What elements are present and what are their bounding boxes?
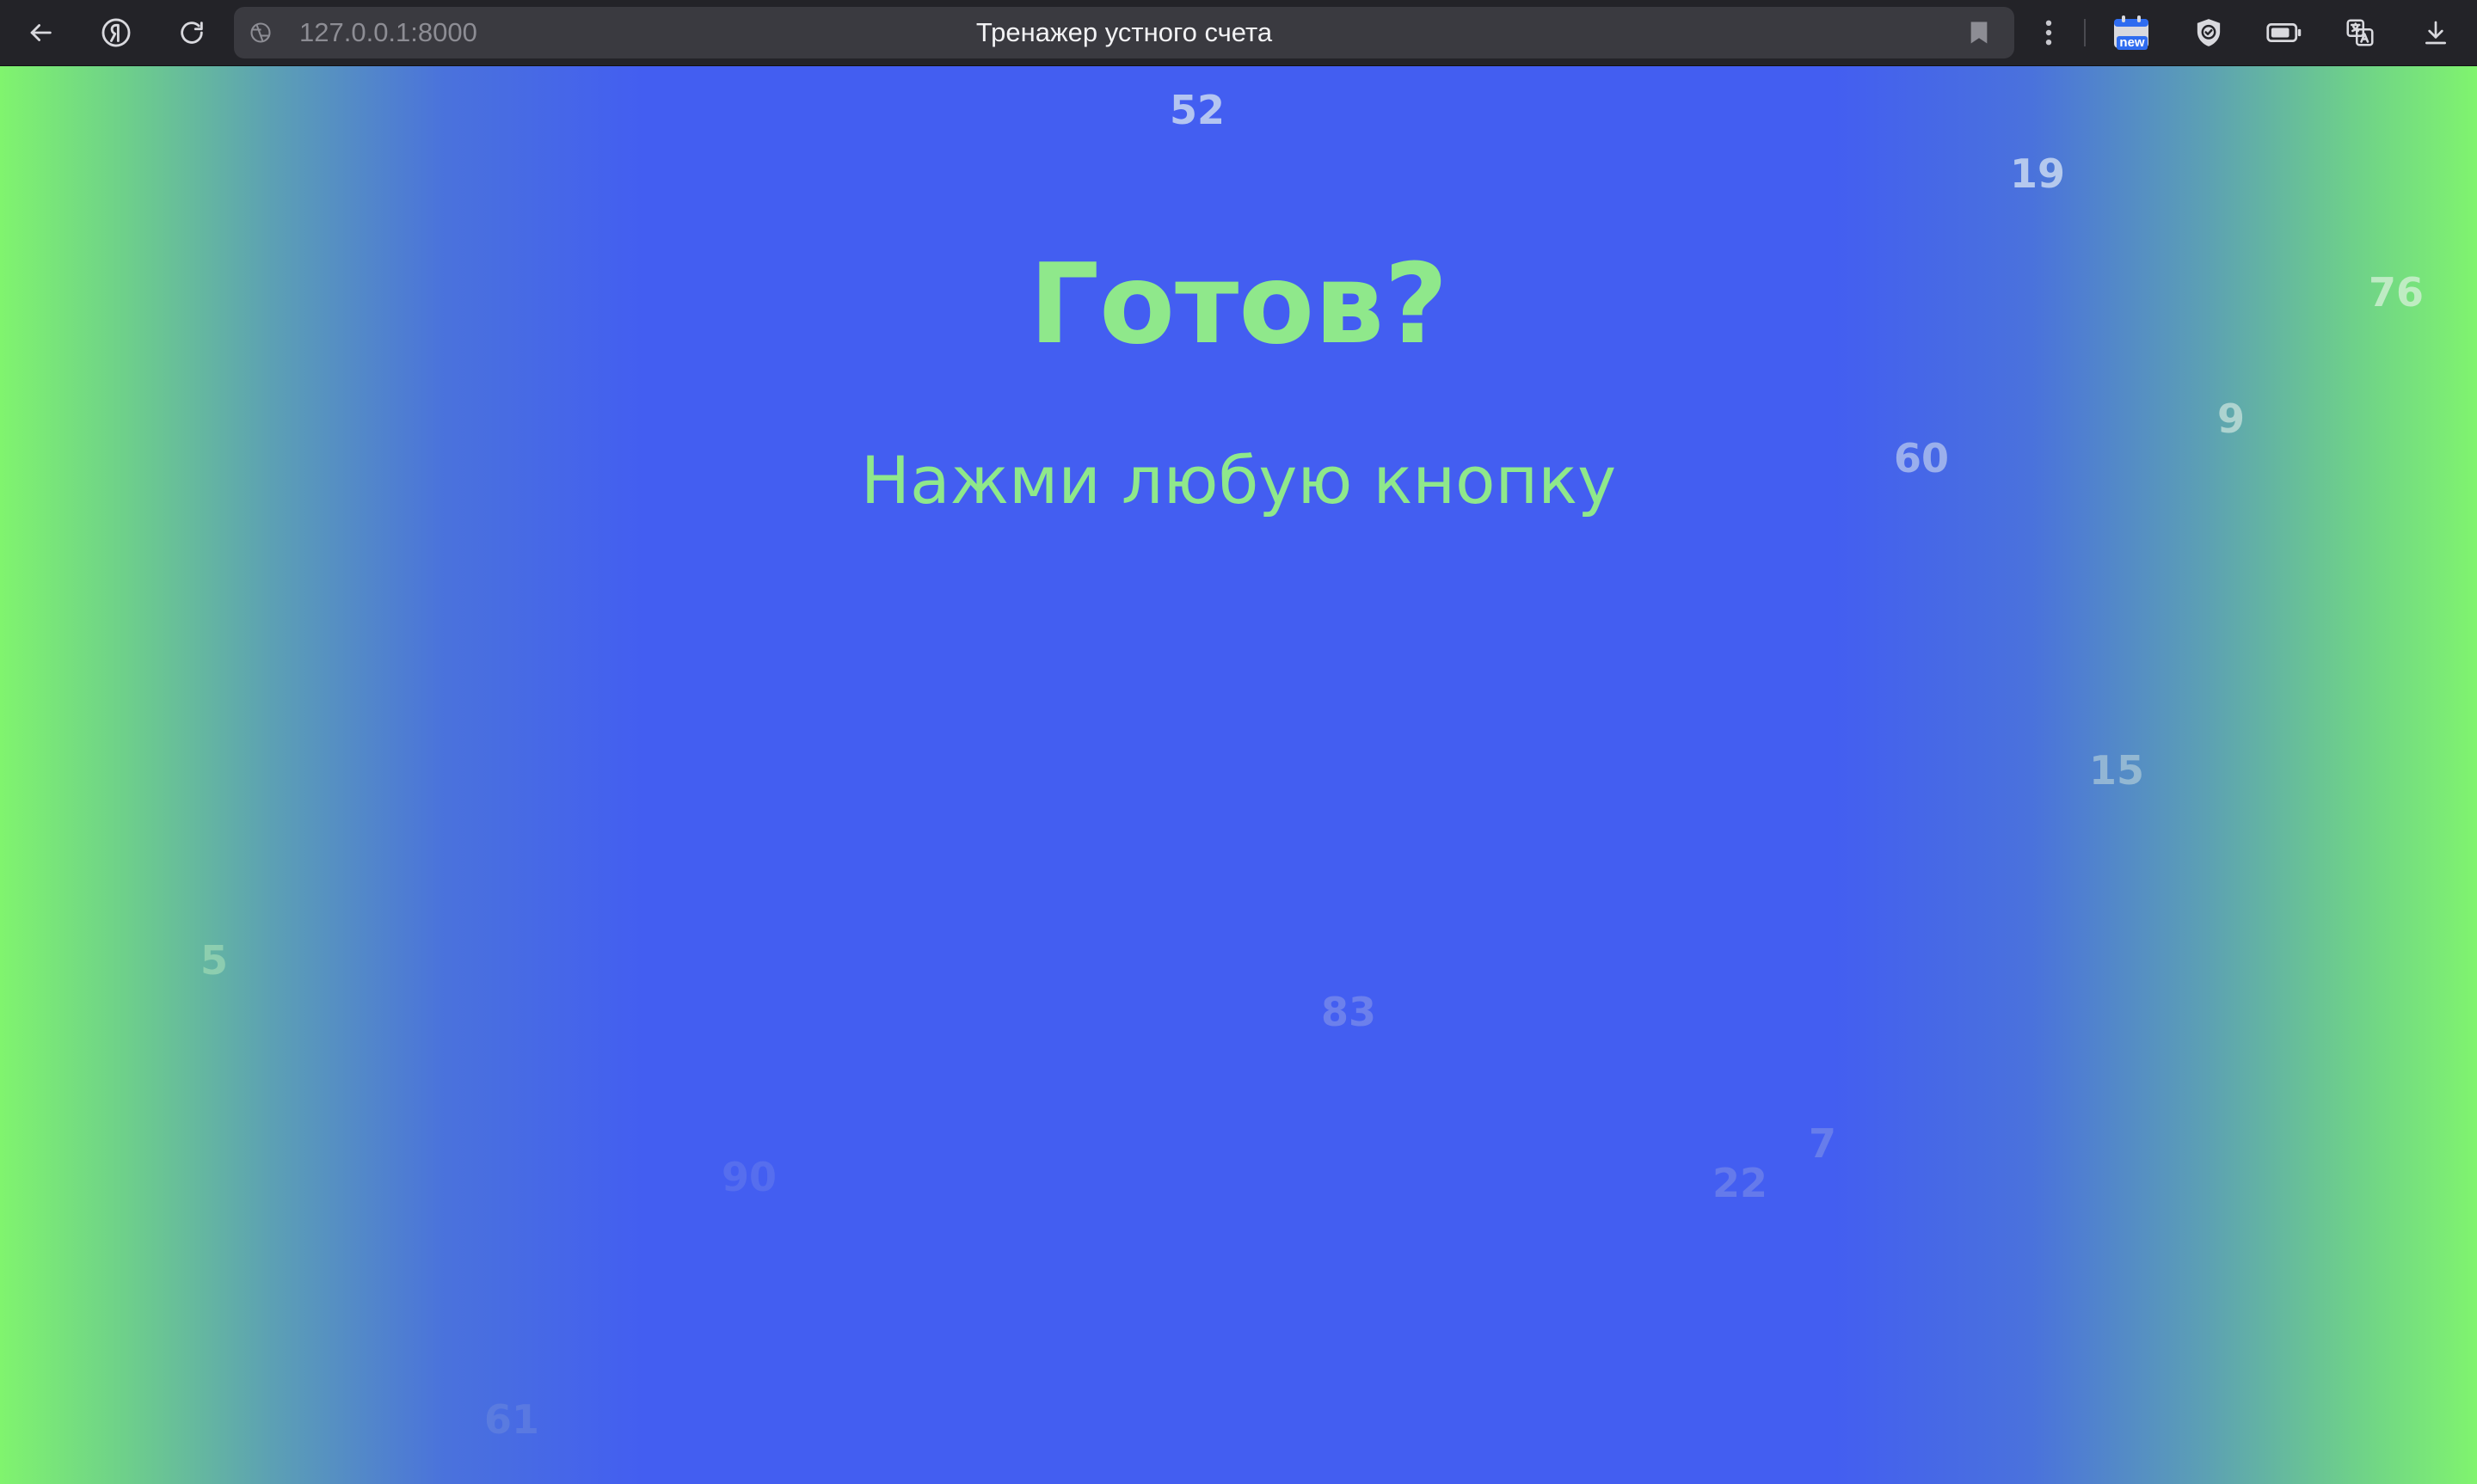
new-badge: new	[2117, 36, 2148, 50]
reload-icon[interactable]	[170, 11, 213, 54]
translate-icon[interactable]	[2339, 11, 2382, 54]
floating-number: 9	[2216, 396, 2246, 442]
battery-icon[interactable]	[2263, 11, 2306, 54]
page-viewport[interactable]: Готов? Нажми любую кнопку 52 19 76 9 60 …	[0, 66, 2477, 1484]
address-url[interactable]: 127.0.0.1:8000	[299, 7, 477, 58]
page-title: Готов?	[1029, 241, 1448, 369]
floating-number: 90	[721, 1154, 778, 1200]
floating-number: 61	[483, 1396, 540, 1443]
floating-number: 60	[1893, 435, 1950, 481]
floating-number: 5	[200, 937, 229, 984]
more-menu-icon[interactable]	[2027, 11, 2070, 54]
floating-number: 19	[2009, 150, 2066, 197]
back-arrow-icon[interactable]	[19, 11, 62, 54]
toolbar-separator	[2084, 19, 2086, 46]
browser-toolbar: 127.0.0.1:8000 Тренажер устного счета ne…	[0, 0, 2477, 66]
floating-number: 7	[1808, 1120, 1837, 1167]
tab-title: Тренажер устного счета	[975, 17, 1273, 47]
site-info-icon[interactable]	[248, 20, 274, 46]
floating-number: 83	[1320, 989, 1377, 1035]
floating-number: 15	[2088, 747, 2145, 794]
bookmark-icon[interactable]	[1966, 20, 1992, 46]
yandex-logo-icon[interactable]	[95, 11, 138, 54]
download-icon[interactable]	[2414, 11, 2457, 54]
floating-number: 76	[2368, 269, 2425, 316]
floating-number: 22	[1712, 1160, 1768, 1206]
address-bar[interactable]: 127.0.0.1:8000 Тренажер устного счета	[234, 7, 2014, 58]
page-subtitle: Нажми любую кнопку	[860, 442, 1617, 518]
protect-shield-icon[interactable]	[2187, 11, 2230, 54]
floating-number: 52	[1169, 87, 1226, 133]
calendar-new-icon[interactable]: new	[2110, 11, 2153, 54]
